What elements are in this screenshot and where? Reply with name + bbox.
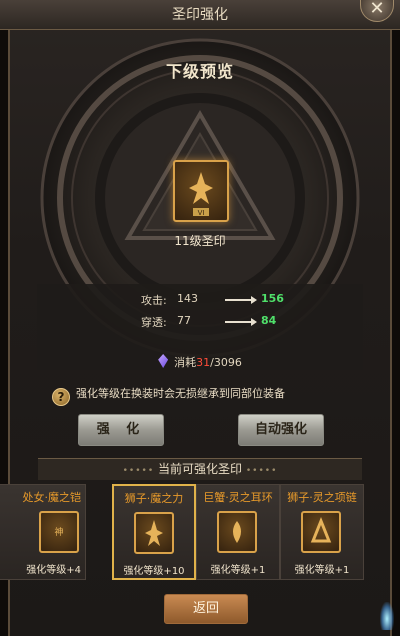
list-item[interactable]: 狮子·魔之力 强化等级+10: [112, 484, 196, 580]
ornament-left: •••••: [122, 466, 155, 476]
list-item[interactable]: 巨蟹·灵之耳环 强化等级+1: [196, 484, 280, 580]
svg-text:VI: VI: [198, 209, 205, 217]
preview-title: 下级预览: [165, 62, 234, 81]
seal-icon: [217, 511, 257, 553]
item-level: 强化等级+1: [210, 565, 266, 576]
seal-icon: [134, 512, 174, 554]
stat-label: 攻击:: [141, 294, 167, 307]
stat-label: 穿透:: [141, 316, 167, 329]
hint-text: 强化等级在换装时会无损继承到同部位装备: [76, 387, 285, 400]
window-title: 圣印强化: [0, 0, 400, 30]
close-icon: ✕: [369, 0, 385, 19]
cost-line: 消耗31/3096: [0, 354, 400, 370]
list-item[interactable]: 狮子·灵之项链 强化等级+1: [280, 484, 364, 580]
cost-need: 3096: [213, 356, 242, 369]
item-level: 强化等级+4: [26, 565, 81, 576]
seal-icon: [301, 511, 341, 553]
stat-next: 84: [261, 314, 277, 327]
item-level: 强化等级+10: [123, 566, 185, 577]
stat-row-penetration: 穿透: 77 84: [37, 314, 363, 332]
svg-text:神: 神: [54, 526, 63, 538]
stat-current: 77: [177, 314, 191, 327]
item-name: 巨蟹·灵之耳环: [203, 491, 273, 504]
ornament-right: •••••: [245, 466, 278, 476]
list-item[interactable]: 处女·魔之铠 神 强化等级+4: [0, 484, 86, 580]
item-name: 狮子·魔之力: [124, 492, 184, 505]
list-header: ••••• 当前可强化圣印 •••••: [38, 458, 362, 480]
cost-label: 消耗: [174, 356, 197, 369]
arrow-right-icon: [225, 318, 257, 326]
auto-enhance-button[interactable]: 自动强化: [238, 414, 324, 446]
enhance-button[interactable]: 强 化: [78, 414, 164, 446]
seal-icon: VI: [189, 172, 213, 217]
item-name: 处女·魔之铠: [22, 491, 82, 504]
cost-have: 31: [196, 356, 211, 369]
crystal-icon: [158, 354, 169, 368]
preview-seal-slot[interactable]: VI: [173, 160, 229, 222]
stat-next: 156: [261, 292, 284, 305]
back-button[interactable]: 返回: [164, 594, 248, 624]
seal-icon: 神: [39, 511, 79, 553]
item-level: 强化等级+1: [294, 565, 350, 576]
help-icon[interactable]: ?: [52, 388, 70, 406]
list-header-title: 当前可强化圣印: [157, 462, 242, 476]
hint-line: ? 强化等级在换装时会无损继承到同部位装备: [52, 385, 285, 406]
stat-row-attack: 攻击: 143 156: [37, 292, 363, 310]
stat-current: 143: [177, 292, 198, 305]
sparkle-effect: [380, 602, 394, 630]
item-name: 狮子·灵之项链: [287, 491, 357, 504]
arrow-right-icon: [225, 296, 257, 304]
preview-seal-name: 11级圣印: [174, 234, 226, 248]
